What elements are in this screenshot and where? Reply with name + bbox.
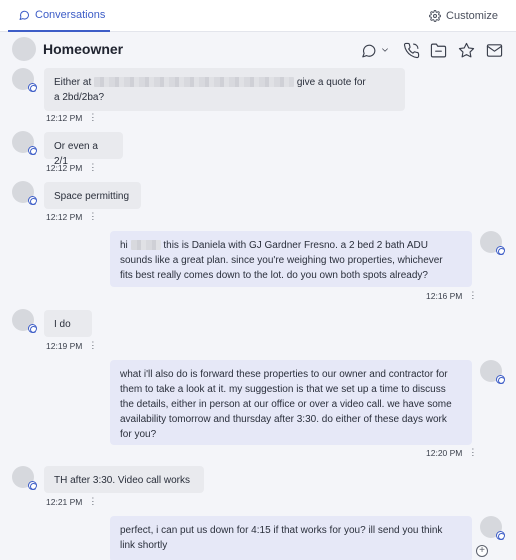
contact-name[interactable]: Homeowner <box>43 41 123 57</box>
sender-avatar <box>12 68 37 92</box>
more-vertical-icon[interactable]: ⋮ <box>88 340 97 351</box>
message-text: hi <box>120 240 128 251</box>
message-meta: 12:16 PM ⋮ <box>426 290 477 301</box>
message-bubble-incoming: Either at give a quote for a 2bd/2ba? <box>44 68 405 111</box>
tab-conversations[interactable]: Conversations <box>8 0 110 32</box>
star-icon[interactable] <box>456 40 476 60</box>
sender-avatar <box>480 231 505 255</box>
more-vertical-icon[interactable]: ⋮ <box>468 290 477 301</box>
chat-bubble-icon[interactable] <box>358 40 378 60</box>
redacted-text <box>130 240 161 251</box>
message-meta: 12:20 PM ⋮ <box>426 447 477 458</box>
gear-icon <box>429 10 442 22</box>
message-text: for you? <box>120 429 157 440</box>
customize-label: Customize <box>446 10 498 22</box>
sender-avatar <box>12 309 37 333</box>
message-meta: 12:12 PM ⋮ <box>46 162 97 173</box>
plus-circle-icon[interactable]: + <box>476 545 488 557</box>
message-text: I do <box>54 319 71 330</box>
message-text: a 2bd/2ba? <box>54 92 105 103</box>
message-time: 12:21 PM <box>46 496 83 507</box>
more-vertical-icon[interactable]: ⋮ <box>468 447 477 458</box>
message-bubble-incoming: Or even a 2/1 <box>44 132 123 167</box>
top-tab-bar: Conversations Customize <box>0 0 516 32</box>
more-vertical-icon[interactable]: ⋮ <box>88 162 97 173</box>
message-bubble-outgoing: hi this is Daniela with GJ Gardner Fresn… <box>110 231 472 287</box>
message-text: perfect, i can put us down for 4:15 if t… <box>120 525 443 536</box>
chat-bubble-icon <box>18 9 30 21</box>
sender-avatar <box>480 516 505 540</box>
tab-conversations-label: Conversations <box>35 9 106 21</box>
message-text: availability tomorrow and thursday after… <box>120 414 447 425</box>
message-time: 12:12 PM <box>46 112 83 123</box>
message-bubble-outgoing: what i'll also do is forward these prope… <box>110 360 472 445</box>
message-text: Either at <box>54 77 92 88</box>
message-text: what i'll also do is forward these prope… <box>120 369 448 380</box>
message-bubble-incoming: I do <box>44 310 92 337</box>
message-text: TH after 3:30. Video call works <box>54 475 190 486</box>
message-bubble-outgoing: perfect, i can put us down for 4:15 if t… <box>110 516 472 560</box>
message-meta: 12:12 PM ⋮ <box>46 211 97 222</box>
message-time: 12:19 PM <box>46 340 83 351</box>
phone-icon[interactable] <box>401 40 421 60</box>
message-time: 12:12 PM <box>46 162 83 173</box>
more-vertical-icon[interactable]: ⋮ <box>88 112 97 123</box>
message-text: link shortly <box>120 540 168 551</box>
message-time: 12:12 PM <box>46 211 83 222</box>
sender-avatar <box>480 360 505 384</box>
sender-avatar <box>12 131 37 155</box>
message-meta: 12:21 PM ⋮ <box>46 496 97 507</box>
chevron-down-icon[interactable] <box>378 40 392 60</box>
message-text: this is Daniela with GJ Gardner Fresno. … <box>163 240 428 251</box>
more-vertical-icon[interactable]: ⋮ <box>88 496 97 507</box>
sender-avatar <box>12 466 37 490</box>
contact-avatar[interactable] <box>12 37 36 61</box>
sender-avatar <box>12 181 37 205</box>
mail-icon[interactable] <box>484 40 504 60</box>
message-meta: 12:12 PM ⋮ <box>46 112 97 123</box>
message-text: them to take a look at it. my suggestion… <box>120 384 446 395</box>
redacted-text <box>94 77 295 88</box>
message-text: sounds like a great plan. since you're w… <box>120 255 443 266</box>
message-text: the details, either in person at our off… <box>120 399 452 410</box>
more-vertical-icon[interactable]: ⋮ <box>88 211 97 222</box>
message-bubble-incoming: Space permitting <box>44 182 141 209</box>
message-time: 12:16 PM <box>426 290 463 301</box>
message-text: give a quote for <box>296 77 366 88</box>
customize-button[interactable]: Customize <box>429 0 498 32</box>
message-time: 12:20 PM <box>426 447 463 458</box>
message-meta: 12:19 PM ⋮ <box>46 340 97 351</box>
contact-header: Homeowner <box>0 32 516 66</box>
message-bubble-incoming: TH after 3:30. Video call works <box>44 466 204 493</box>
message-text: fits best really comes down to the lot. … <box>120 270 428 281</box>
folder-icon[interactable] <box>428 40 448 60</box>
message-text: Space permitting <box>54 191 130 202</box>
message-list[interactable]: Either at give a quote for a 2bd/2ba? 12… <box>0 66 516 560</box>
